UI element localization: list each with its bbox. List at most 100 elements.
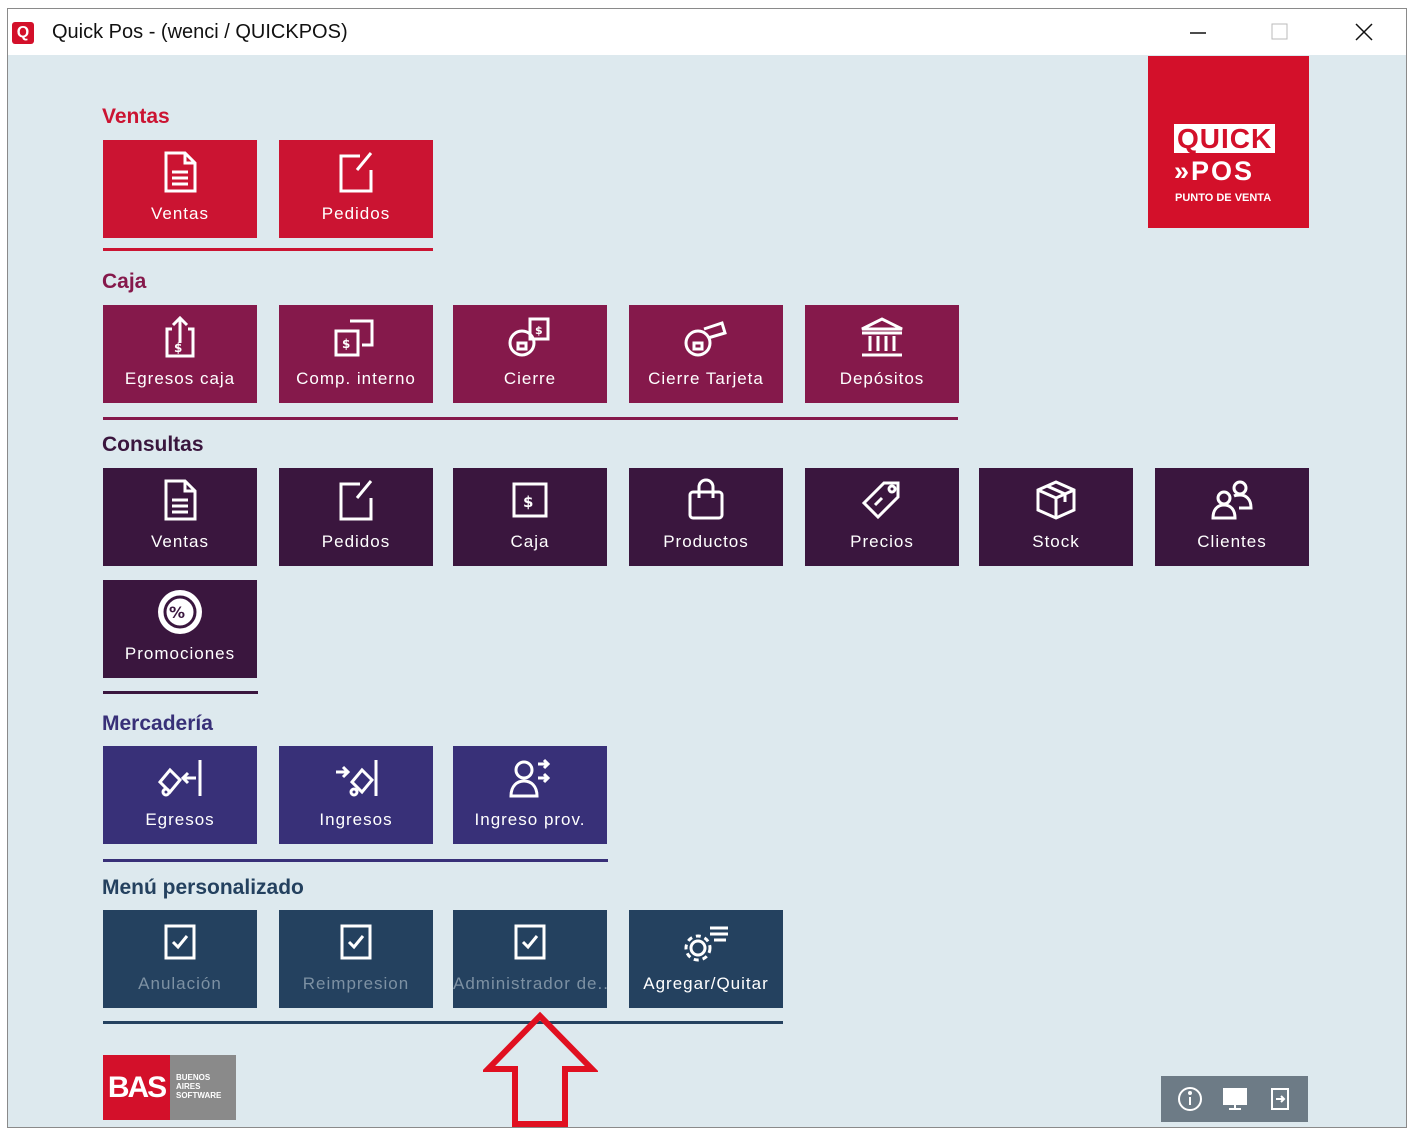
tile-label: Clientes	[1197, 532, 1267, 551]
price-tag-icon	[861, 481, 900, 520]
maximize-button[interactable]	[1250, 9, 1310, 55]
section-divider	[103, 417, 958, 420]
main-content: QUICK »POS PUNTO DE VENTA Ventas Ventas …	[8, 55, 1406, 1127]
logo-line1: QUICK	[1174, 124, 1276, 153]
tile-ventas[interactable]: Ventas	[103, 140, 257, 238]
tile-ingreso-prov[interactable]: Ingreso prov.	[453, 746, 607, 844]
tile-label: Cierre Tarjeta	[648, 369, 764, 388]
checkbox-icon	[340, 924, 372, 960]
tile-label: Egresos caja	[124, 369, 236, 388]
section-divider	[103, 859, 608, 862]
dolly-out-icon	[157, 760, 202, 797]
bank-icon	[861, 317, 903, 357]
tile-label: Precios	[850, 532, 914, 551]
users-icon	[1211, 480, 1253, 520]
tile-label: Cierre	[503, 369, 557, 388]
close-icon	[1355, 23, 1373, 41]
tile-comp-interno[interactable]: $ Comp. interno	[279, 305, 433, 403]
money-upload-icon: $	[165, 315, 195, 358]
tile-consulta-stock[interactable]: Stock	[979, 468, 1133, 566]
tile-label: Administrador de..	[453, 974, 607, 993]
tile-label: Reimpresion	[302, 974, 410, 993]
section-title-menu-personalizado: Menú personalizado	[102, 876, 304, 899]
tile-consulta-ventas[interactable]: Ventas	[103, 468, 257, 566]
checkbox-icon	[514, 924, 546, 960]
tile-egresos-caja[interactable]: $ Egresos caja	[103, 305, 257, 403]
tile-label: Pedidos	[321, 532, 391, 551]
tile-consulta-promociones[interactable]: % Promociones	[103, 580, 257, 678]
edit-icon	[339, 152, 373, 193]
section-divider	[103, 1021, 783, 1024]
money-transfer-icon: $	[334, 319, 374, 357]
title-bar: Q Quick Pos - (wenci / QUICKPOS)	[8, 9, 1406, 55]
tile-anulacion[interactable]: Anulación	[103, 910, 257, 1008]
svg-text:$: $	[174, 341, 182, 355]
tile-label: Comp. interno	[296, 369, 416, 388]
document-icon	[164, 151, 197, 193]
tile-consulta-pedidos[interactable]: Pedidos	[279, 468, 433, 566]
exit-icon[interactable]	[1266, 1085, 1294, 1113]
tile-agregar-quitar[interactable]: Agregar/Quitar	[629, 910, 783, 1008]
cash-icon: $	[512, 482, 548, 518]
svg-text:%: %	[169, 603, 185, 622]
box-icon	[1036, 480, 1076, 520]
app-window: Q Quick Pos - (wenci / QUICKPOS) QUICK »…	[7, 8, 1407, 1128]
card-lock-icon	[684, 321, 727, 357]
tile-pedidos[interactable]: Pedidos	[279, 140, 433, 238]
window-title: Quick Pos - (wenci / QUICKPOS)	[52, 21, 348, 43]
section-title-caja: Caja	[102, 270, 147, 293]
quickpos-logo: QUICK »POS PUNTO DE VENTA	[1148, 56, 1309, 228]
dolly-in-icon	[336, 760, 378, 797]
checkbox-icon	[164, 924, 196, 960]
section-title-mercaderia: Mercadería	[102, 712, 213, 735]
tile-consulta-productos[interactable]: Productos	[629, 468, 783, 566]
section-title-ventas: Ventas	[102, 105, 170, 128]
tile-label: Egresos	[145, 810, 215, 829]
bas-logo-text: BAS	[103, 1055, 170, 1120]
tile-cierre-tarjeta[interactable]: Cierre Tarjeta	[629, 305, 783, 403]
tile-label: Depósitos	[839, 369, 925, 388]
info-icon[interactable]	[1176, 1085, 1204, 1113]
section-title-consultas: Consultas	[102, 433, 204, 456]
tile-cierre[interactable]: $ Cierre	[453, 305, 607, 403]
tile-label: Pedidos	[321, 204, 391, 223]
tile-label: Productos	[663, 532, 749, 551]
tile-label: Promociones	[124, 644, 236, 663]
tile-administrador[interactable]: Administrador de..	[453, 910, 607, 1008]
tile-label: Anulación	[138, 974, 222, 993]
close-button[interactable]	[1334, 9, 1394, 55]
svg-text:$: $	[535, 324, 543, 337]
tile-consulta-precios[interactable]: Precios	[805, 468, 959, 566]
tile-depositos[interactable]: Depósitos	[805, 305, 959, 403]
tile-label: Caja	[510, 532, 550, 551]
tile-consulta-caja[interactable]: $ Caja	[453, 468, 607, 566]
shopping-bag-icon	[688, 478, 724, 520]
section-divider	[103, 691, 258, 694]
tile-egresos[interactable]: Egresos	[103, 746, 257, 844]
tile-label: Ventas	[151, 532, 209, 551]
minimize-icon	[1190, 32, 1206, 34]
cash-lock-icon: $	[508, 317, 550, 357]
tile-reimpresion[interactable]: Reimpresion	[279, 910, 433, 1008]
percent-badge-icon: %	[158, 590, 202, 634]
bas-logo: BAS BUENOS AIRES SOFTWARE	[103, 1055, 236, 1120]
tile-label: Ingreso prov.	[474, 810, 586, 829]
logo-line3: PUNTO DE VENTA	[1175, 192, 1272, 204]
svg-text:$: $	[523, 493, 533, 511]
supplier-icon	[509, 758, 551, 798]
tile-label: Ventas	[151, 204, 209, 223]
bas-logo-subtext: BUENOS AIRES SOFTWARE	[170, 1055, 236, 1120]
edit-icon	[339, 480, 373, 521]
monitor-icon[interactable]	[1221, 1085, 1249, 1113]
tile-ingresos[interactable]: Ingresos	[279, 746, 433, 844]
minimize-button[interactable]	[1168, 9, 1228, 55]
bottom-toolbar	[1161, 1076, 1308, 1122]
app-icon: Q	[12, 22, 34, 44]
gear-list-icon	[684, 926, 728, 962]
section-divider	[103, 248, 433, 251]
document-icon	[164, 479, 197, 521]
tile-consulta-clientes[interactable]: Clientes	[1155, 468, 1309, 566]
red-up-arrow-icon	[483, 1011, 598, 1127]
logo-line2: »POS	[1174, 156, 1255, 186]
maximize-icon	[1271, 23, 1288, 40]
